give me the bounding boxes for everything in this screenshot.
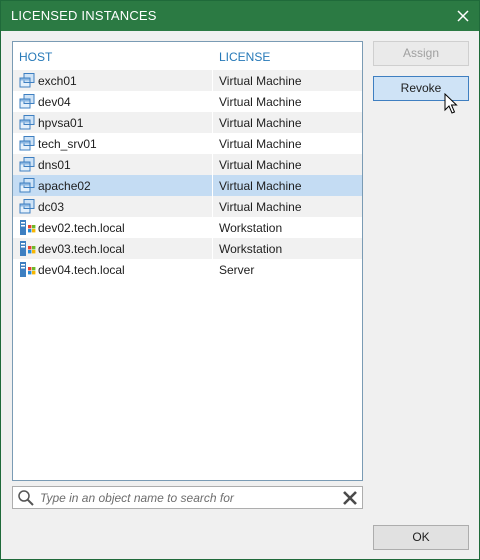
license-cell: Virtual Machine [219, 158, 302, 172]
clear-search-icon[interactable] [342, 490, 358, 506]
search-box [12, 486, 363, 509]
search-input[interactable] [40, 489, 330, 506]
license-cell: Server [219, 263, 255, 277]
table-row[interactable]: dev04 Virtual Machine [13, 91, 362, 112]
column-separator [212, 175, 213, 196]
list-header: HOST LICENSE [13, 42, 362, 70]
host-cell: dc03 [38, 200, 65, 214]
vm-icon [19, 114, 36, 131]
column-separator [212, 154, 213, 175]
windows-computer-icon [19, 261, 36, 278]
column-separator [212, 259, 213, 280]
column-separator [212, 70, 213, 91]
vm-icon [19, 135, 36, 152]
vm-icon [19, 177, 36, 194]
column-header-license[interactable]: LICENSE [219, 50, 270, 64]
license-cell: Virtual Machine [219, 95, 302, 109]
license-cell: Virtual Machine [219, 200, 302, 214]
column-header-host[interactable]: HOST [19, 50, 52, 64]
licensed-instances-list[interactable]: HOST LICENSE exch01 Virtual Machine dev04 V… [12, 41, 363, 481]
column-separator [212, 217, 213, 238]
vm-icon [19, 198, 36, 215]
vm-icon [19, 156, 36, 173]
license-cell: Workstation [219, 221, 283, 235]
table-row[interactable]: exch01 Virtual Machine [13, 70, 362, 91]
license-cell: Workstation [219, 242, 283, 256]
table-row[interactable]: tech_srv01 Virtual Machine [13, 133, 362, 154]
host-cell: dev02.tech.local [38, 221, 125, 235]
license-cell: Virtual Machine [219, 74, 302, 88]
host-cell: dev03.tech.local [38, 242, 125, 256]
table-row[interactable]: dev03.tech.local Workstation [13, 238, 362, 259]
host-cell: exch01 [38, 74, 77, 88]
host-cell: dev04.tech.local [38, 263, 125, 277]
column-separator [212, 238, 213, 259]
table-row[interactable]: dc03 Virtual Machine [13, 196, 362, 217]
host-cell: dev04 [38, 95, 71, 109]
table-row[interactable]: dev02.tech.local Workstation [13, 217, 362, 238]
host-cell: hpvsa01 [38, 116, 84, 130]
mouse-cursor-icon [444, 93, 458, 114]
column-separator [212, 133, 213, 154]
column-separator [212, 112, 213, 133]
search-icon [17, 489, 35, 507]
column-separator [212, 91, 213, 112]
host-cell: tech_srv01 [38, 137, 97, 151]
host-cell: apache02 [38, 179, 91, 193]
dialog-title: LICENSED INSTANCES [11, 8, 157, 23]
windows-computer-icon [19, 240, 36, 257]
title-bar: LICENSED INSTANCES [1, 1, 479, 31]
ok-button[interactable]: OK [373, 525, 469, 550]
license-cell: Virtual Machine [219, 137, 302, 151]
table-row[interactable]: hpvsa01 Virtual Machine [13, 112, 362, 133]
license-cell: Virtual Machine [219, 116, 302, 130]
licensed-instances-dialog: LICENSED INSTANCES HOST LICENSE exch01 Vi… [0, 0, 480, 560]
table-row[interactable]: dev04.tech.local Server [13, 259, 362, 280]
vm-icon [19, 93, 36, 110]
close-icon[interactable] [453, 6, 473, 26]
host-cell: dns01 [38, 158, 71, 172]
assign-button[interactable]: Assign [373, 41, 469, 66]
table-row[interactable]: apache02 Virtual Machine [13, 175, 362, 196]
column-separator [212, 196, 213, 217]
windows-computer-icon [19, 219, 36, 236]
table-row[interactable]: dns01 Virtual Machine [13, 154, 362, 175]
license-cell: Virtual Machine [219, 179, 302, 193]
vm-icon [19, 72, 36, 89]
